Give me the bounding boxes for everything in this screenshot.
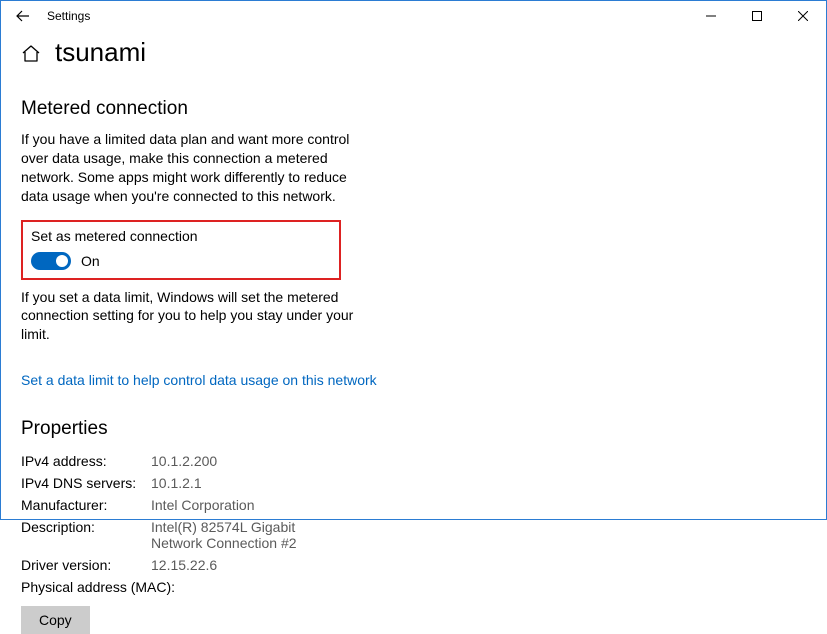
- back-button[interactable]: [7, 1, 39, 31]
- prop-label: Description:: [21, 519, 151, 551]
- toggle-knob: [56, 255, 68, 267]
- prop-row-mac: Physical address (MAC):: [21, 576, 806, 598]
- metered-toggle-label: Set as metered connection: [31, 228, 331, 244]
- prop-row-manufacturer: Manufacturer: Intel Corporation: [21, 494, 806, 516]
- metered-toggle[interactable]: [31, 252, 71, 270]
- home-icon: [21, 43, 41, 63]
- page-header: tsunami: [21, 37, 806, 68]
- metered-sub-description: If you set a data limit, Windows will se…: [21, 288, 356, 345]
- prop-label: Driver version:: [21, 557, 151, 573]
- arrow-left-icon: [16, 9, 30, 23]
- prop-value: 10.1.2.1: [151, 475, 202, 491]
- close-icon: [798, 11, 808, 21]
- prop-label: IPv4 DNS servers:: [21, 475, 151, 491]
- maximize-button[interactable]: [734, 1, 780, 31]
- prop-row-description: Description: Intel(R) 82574L Gigabit Net…: [21, 516, 806, 554]
- minimize-button[interactable]: [688, 1, 734, 31]
- prop-row-driver-version: Driver version: 12.15.22.6: [21, 554, 806, 576]
- window-title: Settings: [47, 9, 90, 23]
- content-area: tsunami Metered connection If you have a…: [1, 31, 826, 634]
- page-title: tsunami: [55, 37, 146, 68]
- metered-highlight-box: Set as metered connection On: [21, 220, 341, 280]
- properties-section-title: Properties: [21, 418, 806, 440]
- maximize-icon: [752, 11, 762, 21]
- metered-section-title: Metered connection: [21, 98, 806, 120]
- prop-label: Manufacturer:: [21, 497, 151, 513]
- prop-value: Intel Corporation: [151, 497, 255, 513]
- metered-toggle-state: On: [81, 253, 100, 269]
- properties-section: Properties IPv4 address: 10.1.2.200 IPv4…: [21, 418, 806, 634]
- metered-description: If you have a limited data plan and want…: [21, 130, 356, 206]
- prop-value: Intel(R) 82574L Gigabit Network Connecti…: [151, 519, 321, 551]
- prop-row-ipv4-dns: IPv4 DNS servers: 10.1.2.1: [21, 472, 806, 494]
- metered-section: Metered connection If you have a limited…: [21, 98, 806, 388]
- prop-value: 12.15.22.6: [151, 557, 217, 573]
- titlebar: Settings: [1, 1, 826, 31]
- prop-value: 10.1.2.200: [151, 453, 217, 469]
- data-limit-link[interactable]: Set a data limit to help control data us…: [21, 372, 377, 388]
- prop-row-ipv4-address: IPv4 address: 10.1.2.200: [21, 450, 806, 472]
- copy-button[interactable]: Copy: [21, 606, 90, 634]
- prop-label: IPv4 address:: [21, 453, 151, 469]
- close-button[interactable]: [780, 1, 826, 31]
- minimize-icon: [706, 11, 716, 21]
- prop-label: Physical address (MAC):: [21, 579, 181, 595]
- copy-button-wrap: Copy: [21, 606, 806, 634]
- window-controls: [688, 1, 826, 31]
- metered-toggle-row: On: [31, 252, 331, 270]
